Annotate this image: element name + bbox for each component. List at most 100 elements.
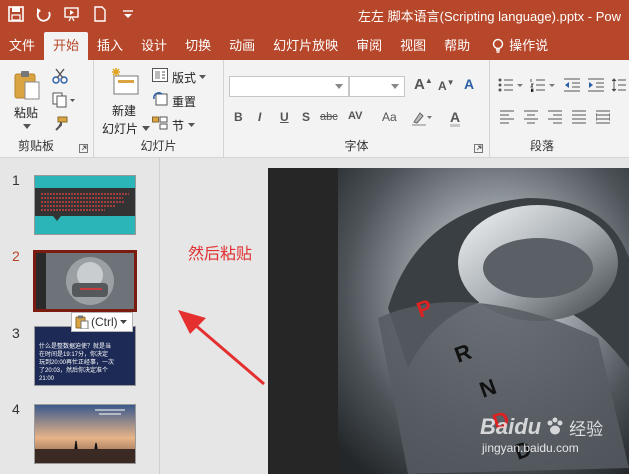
align-right-icon[interactable]	[548, 110, 562, 124]
tab-file[interactable]: 文件	[0, 32, 44, 60]
bold-button[interactable]: B	[234, 110, 243, 124]
layout-icon	[152, 68, 168, 82]
tab-view[interactable]: 视图	[391, 32, 435, 60]
new-file-icon[interactable]	[92, 6, 108, 24]
paste-options-icon	[75, 315, 89, 329]
font-group: A▲ A▼ A B I U S abc AV Aa A 字体	[224, 60, 490, 158]
slide-3-text: 什么是整数据迫使？就是当 在时间是19:17分，你决定 玩到20:00再忙正经事…	[39, 344, 115, 382]
slide-thumbnail-1[interactable]	[34, 175, 136, 235]
font-name-dropdown[interactable]	[229, 76, 349, 97]
slide-number-2: 2	[12, 248, 20, 264]
highlight-button[interactable]	[412, 110, 432, 131]
slide-number-1: 1	[12, 172, 20, 188]
strikethrough-button[interactable]: S	[302, 110, 310, 124]
paste-label: 粘贴	[14, 106, 39, 120]
decrease-font-size-button[interactable]: A▼	[438, 78, 455, 93]
slide-thumbnail-2[interactable]	[33, 250, 137, 312]
tab-review[interactable]: 审阅	[347, 32, 391, 60]
save-icon[interactable]	[8, 6, 24, 24]
paste-options-label: (Ctrl)	[91, 315, 118, 329]
justify-icon[interactable]	[572, 110, 586, 124]
reset-button[interactable]: 重置	[152, 92, 218, 110]
customize-toolbar-icon[interactable]	[120, 6, 136, 24]
tab-home[interactable]: 开始	[44, 32, 89, 60]
new-slide-label-1: 新建	[112, 104, 137, 118]
text-shadow-button[interactable]: abc	[320, 111, 338, 123]
cut-icon[interactable]	[52, 68, 68, 84]
font-group-label: 字体	[344, 139, 369, 153]
italic-button[interactable]: I	[258, 110, 261, 124]
lightbulb-icon	[492, 38, 504, 53]
slide-number-3: 3	[12, 325, 20, 341]
paste-options-button[interactable]: (Ctrl)	[71, 312, 133, 332]
paragraph-group: 段落	[490, 60, 629, 158]
layout-label: 版式	[172, 71, 197, 85]
layout-dropdown-icon	[199, 75, 206, 79]
tab-transitions[interactable]: 切换	[176, 32, 220, 60]
paragraph-group-label: 段落	[530, 139, 555, 153]
baidu-url: jingyan.baidu.com	[482, 441, 579, 455]
increase-font-size-button[interactable]: A▲	[414, 76, 433, 93]
section-label: 节	[172, 119, 185, 133]
title-bar: 左左 脚本语言(Scripting language).pptx - Pow	[0, 0, 629, 32]
baidu-watermark: Baidu 经验 jingyan.baidu.com	[480, 414, 603, 455]
bullets-icon[interactable]	[498, 78, 524, 92]
baidu-brand-cn: 经验	[569, 419, 604, 439]
clipboard-group: 粘贴 剪贴板	[0, 60, 94, 158]
paw-icon	[547, 417, 563, 435]
slide-4-preview	[35, 405, 135, 463]
tab-help[interactable]: 帮助	[435, 32, 479, 60]
new-slide-button[interactable]: 新建 幻灯片	[102, 68, 150, 138]
section-button[interactable]: 节	[152, 116, 218, 134]
new-slide-icon	[112, 68, 139, 95]
annotation-text: 然后粘贴	[188, 246, 253, 263]
tell-me-label: 操作说	[509, 38, 549, 53]
annotation-arrow-icon	[178, 310, 265, 386]
new-slide-label-2: 幻灯片	[102, 122, 139, 136]
tab-animations[interactable]: 动画	[220, 32, 264, 60]
highlighter-icon	[412, 112, 432, 126]
underline-button[interactable]: U	[280, 110, 289, 124]
increase-indent-icon[interactable]	[588, 78, 604, 92]
tab-tell-me[interactable]: 操作说	[479, 32, 557, 60]
document-title: 左左 脚本语言(Scripting language).pptx - Pow	[358, 9, 621, 24]
copy-icon[interactable]	[52, 92, 76, 108]
tab-design[interactable]: 设计	[132, 32, 176, 60]
format-painter-icon[interactable]	[52, 116, 68, 132]
decrease-indent-icon[interactable]	[564, 78, 580, 92]
align-center-icon[interactable]	[524, 110, 538, 124]
slide-thumbnail-3[interactable]: 什么是整数据迫使？就是当 在时间是19:17分，你决定 玩到20:00再忙正经事…	[34, 326, 136, 386]
slides-group: 新建 幻灯片 版式 重置 节 幻灯片	[94, 60, 224, 158]
ribbon-home: 粘贴 剪贴板 新建 幻灯片 版式 重置 节 幻灯片 A▲ A▼ A B I U …	[0, 60, 629, 158]
reset-icon	[153, 92, 168, 106]
align-left-icon[interactable]	[500, 110, 514, 124]
section-icon	[152, 116, 168, 130]
change-case-button[interactable]: Aa	[382, 110, 397, 124]
paste-button[interactable]: 粘贴	[10, 68, 44, 132]
slide-number-4: 4	[12, 401, 20, 417]
ribbon-tabs: 文件 开始 插入 设计 切换 动画 幻灯片放映 审阅 视图 帮助 操作说	[0, 32, 629, 60]
clear-formatting-button[interactable]: A	[464, 76, 474, 92]
baidu-brand: Baidu	[480, 414, 542, 439]
slide-2-preview	[36, 253, 134, 309]
font-color-button[interactable]: A	[450, 110, 461, 127]
reset-label: 重置	[172, 95, 197, 109]
layout-button[interactable]: 版式	[152, 68, 218, 86]
paste-icon	[14, 71, 40, 100]
slides-group-label: 幻灯片	[140, 139, 177, 153]
font-launcher-icon[interactable]	[474, 144, 483, 153]
character-spacing-button[interactable]: AV	[348, 110, 362, 122]
start-slideshow-icon[interactable]	[64, 6, 80, 24]
numbering-icon[interactable]	[530, 78, 556, 92]
undo-icon[interactable]	[36, 6, 52, 24]
distributed-icon[interactable]	[596, 110, 610, 124]
new-slide-dropdown-icon	[142, 126, 150, 131]
tab-slideshow[interactable]: 幻灯片放映	[264, 32, 347, 60]
font-size-dropdown[interactable]	[349, 76, 405, 97]
slide-thumbnail-4[interactable]	[34, 404, 136, 464]
paste-dropdown-arrow-icon	[23, 124, 31, 129]
clipboard-launcher-icon[interactable]	[79, 144, 88, 153]
tab-insert[interactable]: 插入	[88, 32, 132, 60]
paste-options-dropdown-icon	[119, 320, 127, 324]
line-spacing-icon[interactable]	[612, 78, 626, 92]
